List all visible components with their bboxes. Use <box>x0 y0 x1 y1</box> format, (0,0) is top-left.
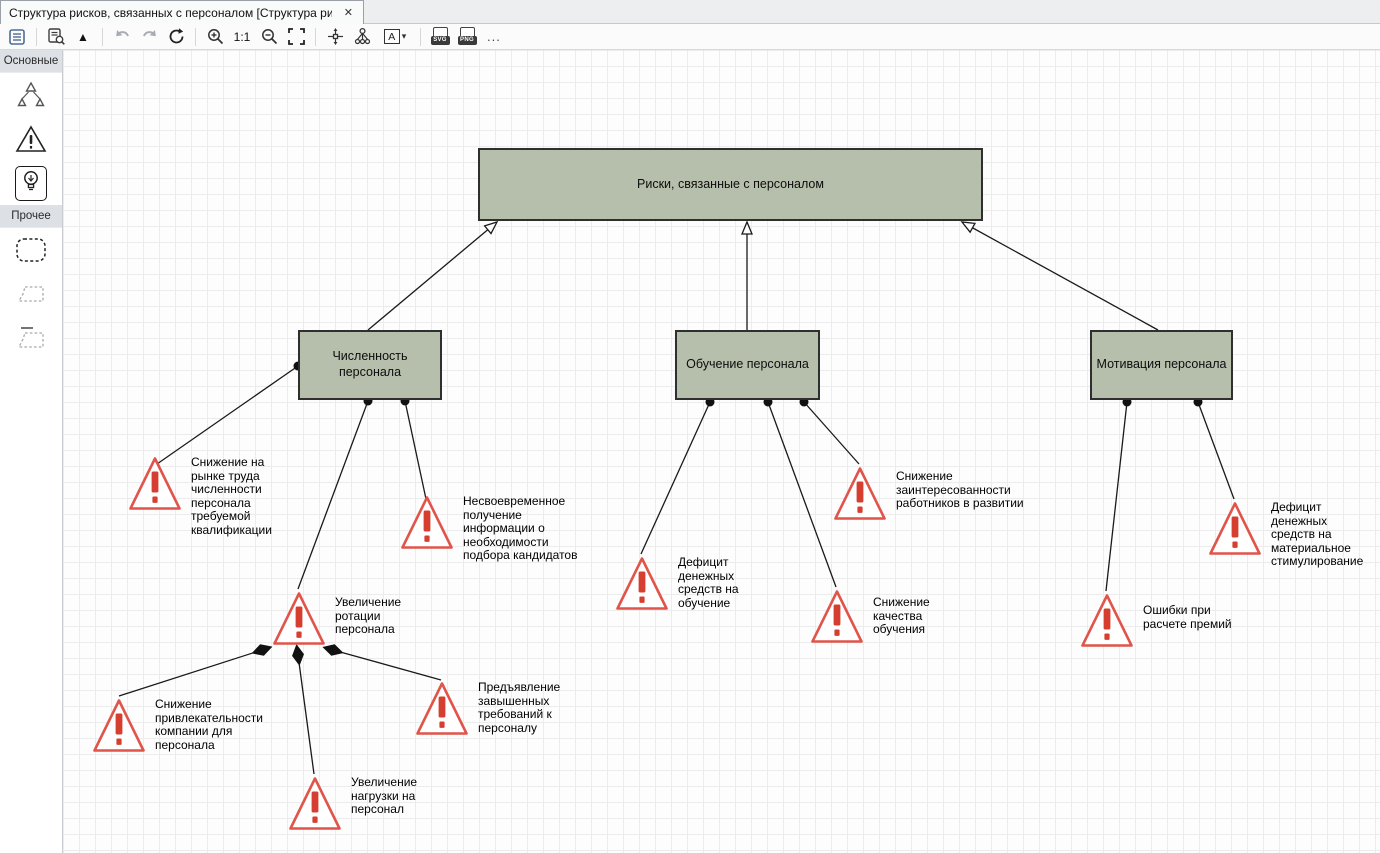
warning-triangle-icon <box>833 465 887 522</box>
tab-title: Структура рисков, связанных с персоналом… <box>9 6 332 20</box>
risk-label: Ошибки при расчете премий <box>1143 592 1232 631</box>
edge-risk <box>157 366 298 464</box>
tab-bar: Структура рисков, связанных с персоналом… <box>0 0 1380 24</box>
palette-item-frame[interactable] <box>0 316 62 360</box>
toolbar-separator <box>102 28 103 46</box>
risk-label: Снижение на рынке труда численности перс… <box>191 455 272 537</box>
risk-label: Увеличение ротации персонала <box>335 590 401 637</box>
edge-risk <box>768 402 836 587</box>
chevron-down-icon: ▾ <box>402 31 407 42</box>
edge-generalization <box>368 222 497 330</box>
edge-risk <box>1198 402 1234 499</box>
dashed-callout-icon <box>16 282 46 306</box>
warning-triangle-icon <box>92 697 146 754</box>
selected-shape-frame <box>15 166 47 201</box>
palette-item-warning[interactable] <box>0 117 62 161</box>
risk-node[interactable]: Предъявление завышенных требований к пер… <box>415 680 560 737</box>
risk-label: Дефицит денежных средств на материальное… <box>1271 500 1363 569</box>
warning-triangle-icon <box>14 124 48 154</box>
edge-subrisk <box>119 650 262 696</box>
toolbar-separator <box>420 28 421 46</box>
toolbar-separator <box>36 28 37 46</box>
toolbar-separator <box>315 28 316 46</box>
risk-node[interactable]: Снижение на рынке труда численности перс… <box>128 455 272 537</box>
redo-button[interactable] <box>138 26 160 48</box>
palette-section-other[interactable]: Прочее <box>0 205 62 228</box>
risk-label: Снижение качества обучения <box>873 588 930 637</box>
zoom-in-button[interactable] <box>204 26 226 48</box>
auto-position-button[interactable] <box>324 26 346 48</box>
risk-label: Снижение заинтересованности работников в… <box>896 465 1024 511</box>
palette-item-rounded-rect[interactable] <box>0 228 62 272</box>
edge-risk <box>405 401 426 499</box>
export-svg-button[interactable]: SVG <box>429 26 451 48</box>
find-preview-button[interactable] <box>45 26 67 48</box>
warning-triangle-icon <box>272 590 326 647</box>
collapse-button[interactable]: ▲ <box>72 26 94 48</box>
warning-triangle-icon <box>415 680 469 737</box>
palette-item-idea[interactable] <box>0 161 62 205</box>
auto-layout-button[interactable] <box>351 26 373 48</box>
risk-node[interactable]: Снижение привлекательности компании для … <box>92 697 263 754</box>
warning-triangle-icon <box>400 494 454 551</box>
edge-subrisk <box>333 650 441 680</box>
warning-triangle-icon <box>615 555 669 612</box>
diagram-canvas[interactable]: Риски, связанные с персоналом Численност… <box>63 50 1380 853</box>
category-node-training[interactable]: Обучение персонала <box>675 330 820 400</box>
warning-triangle-icon <box>128 455 182 512</box>
palette-item-callout[interactable] <box>0 272 62 316</box>
refresh-button[interactable] <box>165 26 187 48</box>
diamond-marker <box>250 641 275 659</box>
palette-section-main[interactable]: Основные <box>0 50 62 73</box>
dashed-frame-icon <box>16 325 46 351</box>
text-style-icon: A <box>384 29 400 44</box>
risk-label: Снижение привлекательности компании для … <box>155 697 263 752</box>
text-style-button[interactable]: A ▾ <box>378 26 412 48</box>
export-png-button[interactable]: PNG <box>456 26 478 48</box>
edge-risk <box>804 402 859 464</box>
edge-generalization <box>962 222 1158 330</box>
toolbar-separator <box>195 28 196 46</box>
risk-node[interactable]: Дефицит денежных средств на обучение <box>615 555 739 612</box>
light-bulb-icon <box>20 169 42 193</box>
edge-subrisk <box>298 655 314 774</box>
risk-node[interactable]: Увеличение ротации персонала <box>272 590 401 647</box>
risk-node[interactable]: Снижение качества обучения <box>810 588 930 645</box>
risk-tree-icon <box>14 80 48 110</box>
category-node-motivation[interactable]: Мотивация персонала <box>1090 330 1233 400</box>
undo-button[interactable] <box>111 26 133 48</box>
warning-triangle-icon <box>810 588 864 645</box>
zoom-out-button[interactable] <box>258 26 280 48</box>
risk-node[interactable]: Снижение заинтересованности работников в… <box>833 465 1024 522</box>
zoom-actual-button[interactable]: 1:1 <box>231 26 253 48</box>
png-file-icon: PNG <box>458 27 477 47</box>
shape-palette: Основные Прочее <box>0 50 63 853</box>
edge-risk <box>298 401 368 589</box>
risk-label: Дефицит денежных средств на обучение <box>678 555 739 610</box>
risk-label: Предъявление завышенных требований к пер… <box>478 680 560 735</box>
more-button[interactable]: ... <box>483 29 505 44</box>
risk-node[interactable]: Дефицит денежных средств на материальное… <box>1208 500 1363 569</box>
tab-close-icon[interactable]: ✕ <box>342 6 355 19</box>
dashed-rounded-rect-icon <box>15 237 47 263</box>
palette-item-risk-tree[interactable] <box>0 73 62 117</box>
toolbar: ▲ 1:1 A ▾ SVG PNG ... <box>0 24 1380 50</box>
risk-label: Несвоевременное получение информации о н… <box>463 494 577 563</box>
risk-node[interactable]: Несвоевременное получение информации о н… <box>400 494 577 563</box>
svg-file-icon: SVG <box>431 27 450 47</box>
tab-risk-structure[interactable]: Структура рисков, связанных с персоналом… <box>0 0 364 24</box>
category-node-headcount[interactable]: Численность персонала <box>298 330 442 400</box>
risk-node[interactable]: Ошибки при расчете премий <box>1080 592 1232 649</box>
warning-triangle-icon <box>1208 500 1262 557</box>
root-risk-node[interactable]: Риски, связанные с персоналом <box>478 148 983 221</box>
edge-risk <box>1106 402 1127 591</box>
warning-triangle-icon <box>1080 592 1134 649</box>
edge-risk <box>641 402 710 554</box>
risk-label: Увеличение нагрузки на персонал <box>351 775 417 817</box>
properties-panel-button[interactable] <box>6 26 28 48</box>
zoom-fit-button[interactable] <box>285 26 307 48</box>
warning-triangle-icon <box>288 775 342 832</box>
risk-node[interactable]: Увеличение нагрузки на персонал <box>288 775 417 832</box>
